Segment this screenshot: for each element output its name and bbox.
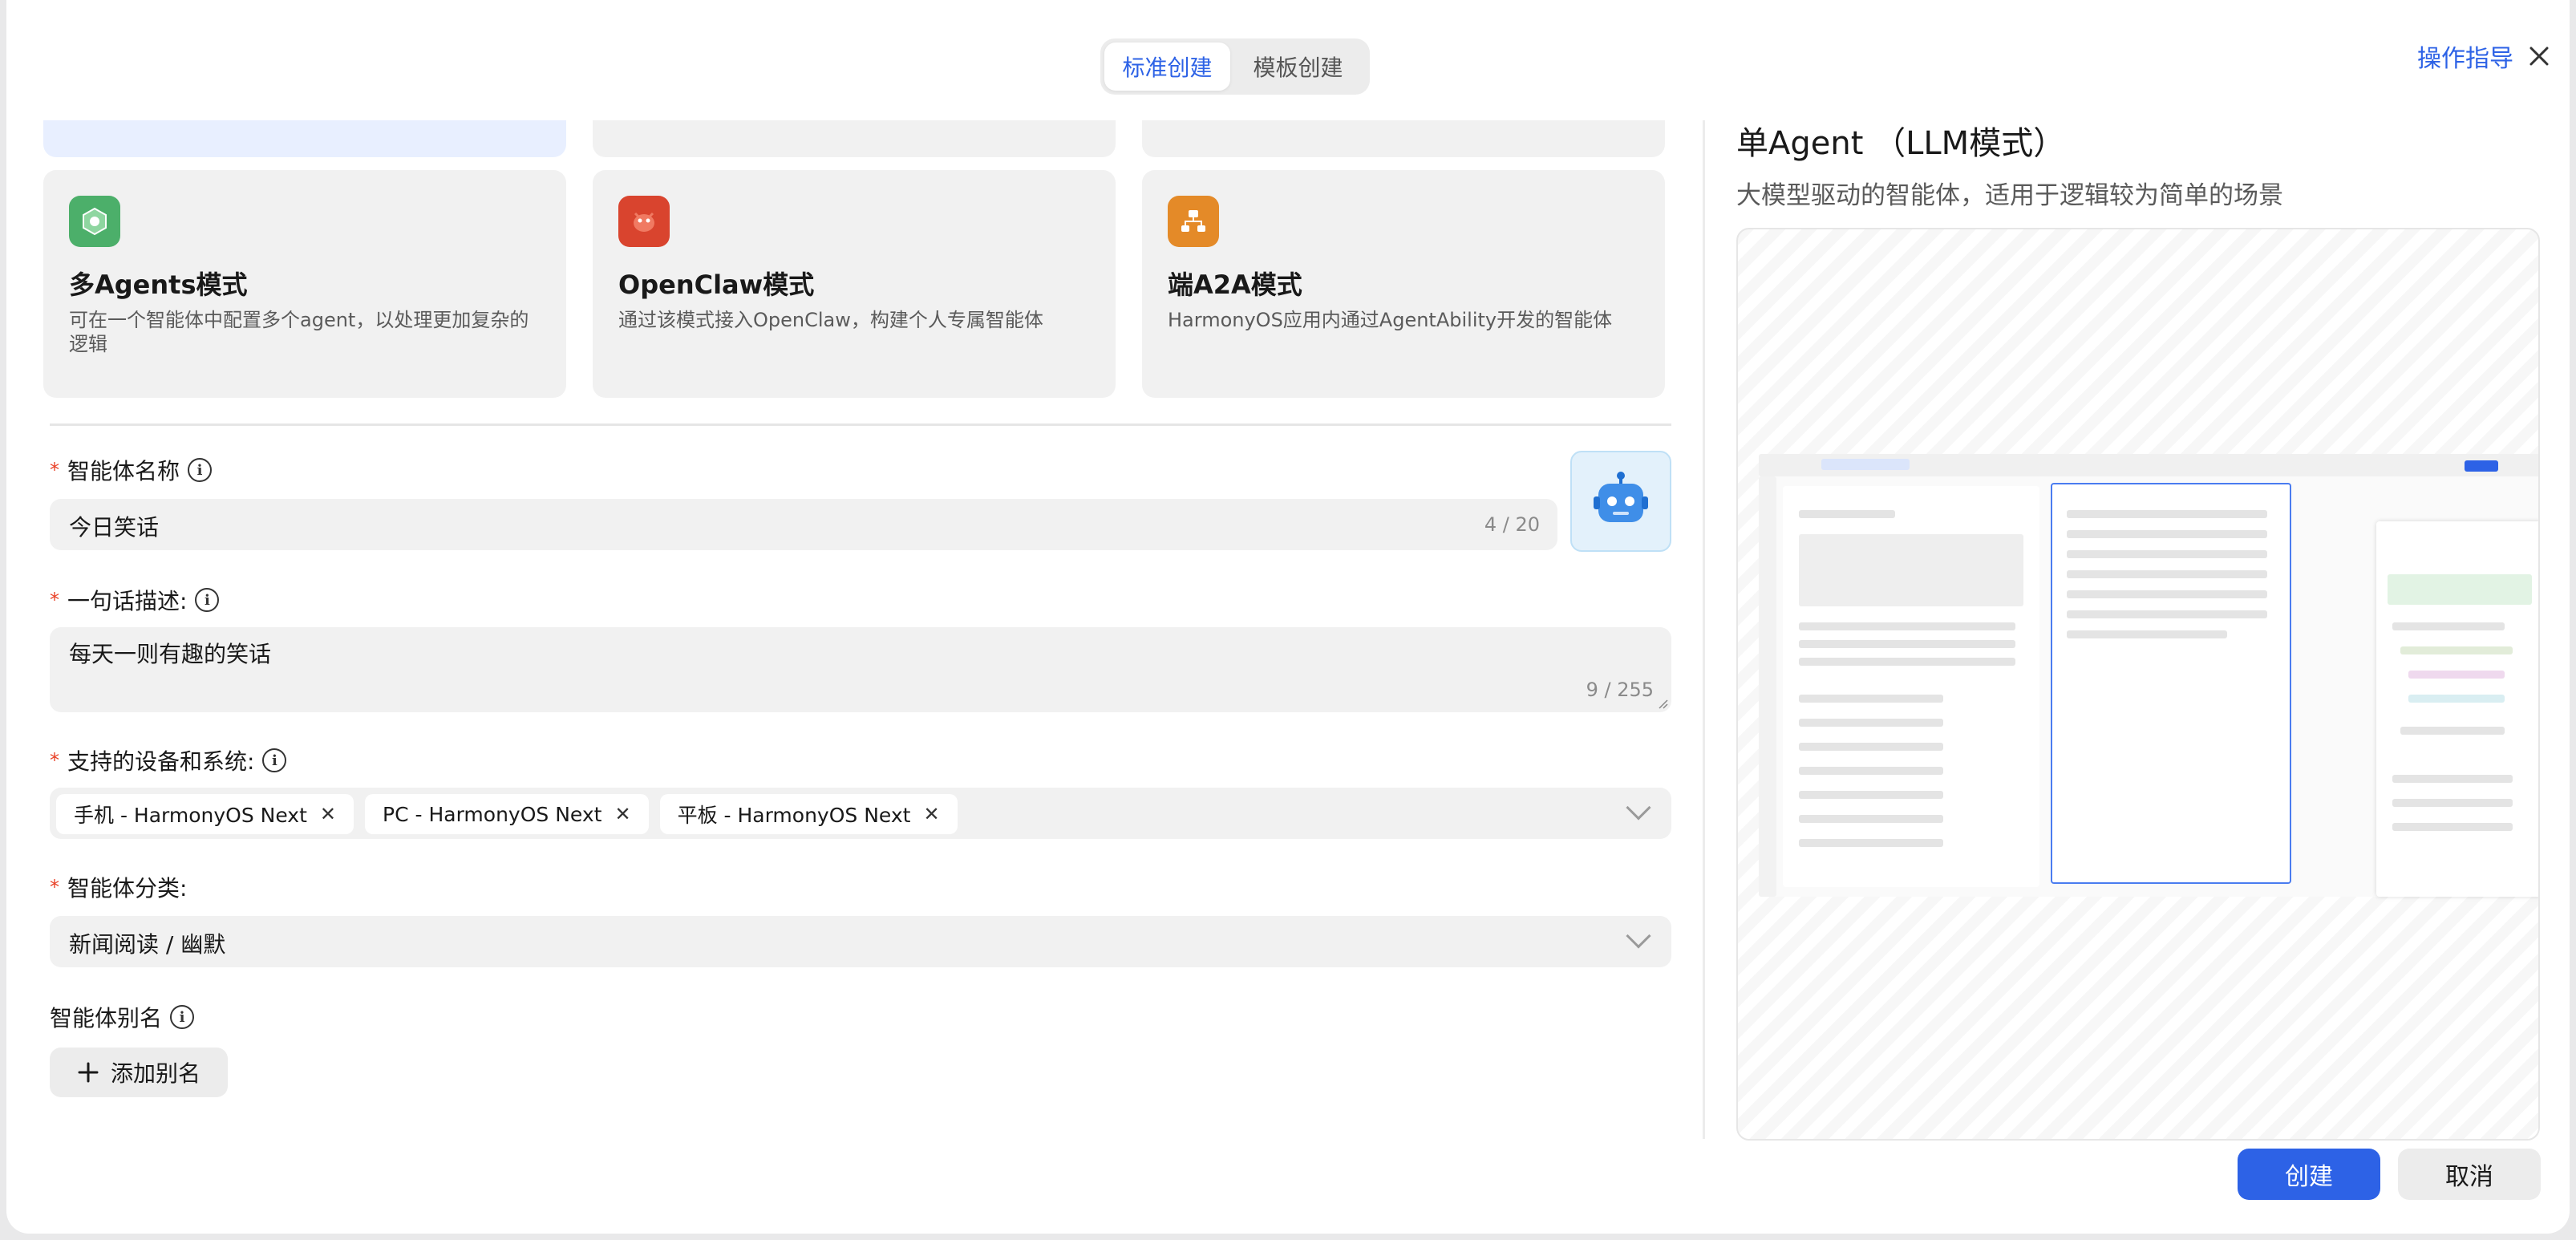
create-mode-tabs: 标准创建 模板创建 <box>1100 38 1370 95</box>
remove-tag-icon[interactable]: ✕ <box>320 803 336 825</box>
devices-label: 支持的设备和系统: <box>67 748 255 775</box>
device-tag-label: PC - HarmonyOS Next <box>383 802 602 826</box>
create-button[interactable]: 创建 <box>2238 1149 2380 1200</box>
name-label-row: * 智能体名称 i <box>50 454 213 486</box>
chevron-down-icon <box>1626 923 1651 949</box>
category-label-row: * 智能体分类: <box>50 871 187 903</box>
close-icon[interactable] <box>2526 43 2552 69</box>
create-agent-dialog: 标准创建 模板创建 操作指导 多Agents模式 可在一个智能体中配置多个age… <box>6 0 2570 1234</box>
mode-title: OpenClaw模式 <box>618 269 815 300</box>
agent-avatar[interactable] <box>1570 451 1671 552</box>
mode-card-selected-top[interactable] <box>43 120 566 157</box>
required-mark: * <box>50 459 59 481</box>
add-alias-label: 添加别名 <box>110 1060 200 1087</box>
name-char-count: 4 / 20 <box>1484 513 1540 536</box>
remove-tag-icon[interactable]: ✕ <box>923 803 939 825</box>
remove-tag-icon[interactable]: ✕ <box>614 803 630 825</box>
required-mark: * <box>50 749 59 772</box>
chevron-down-icon <box>1626 795 1651 821</box>
device-tag-label: 手机 - HarmonyOS Next <box>74 804 307 827</box>
name-label: 智能体名称 <box>67 458 180 484</box>
cancel-button[interactable]: 取消 <box>2398 1149 2541 1200</box>
devices-label-row: * 支持的设备和系统: i <box>50 744 287 776</box>
category-label: 智能体分类: <box>67 875 188 902</box>
alias-label: 智能体别名 <box>50 1005 163 1031</box>
plus-icon <box>78 1062 99 1083</box>
name-input[interactable]: 今日笑话 4 / 20 <box>50 499 1557 550</box>
device-tag-label: 平板 - HarmonyOS Next <box>677 804 911 827</box>
desc-label: 一句话描述: <box>67 588 188 614</box>
name-value: 今日笑话 <box>69 514 160 541</box>
mode-desc: HarmonyOS应用内通过AgentAbility开发的智能体 <box>1168 309 1613 331</box>
add-alias-button[interactable]: 添加别名 <box>50 1048 228 1097</box>
device-tag: 平板 - HarmonyOS Next ✕ <box>659 794 958 834</box>
info-icon[interactable]: i <box>188 458 213 482</box>
required-mark: * <box>50 589 59 611</box>
category-select[interactable]: 新闻阅读 / 幽默 <box>50 916 1671 967</box>
mode-desc: 通过该模式接入OpenClaw，构建个人专属智能体 <box>618 309 1043 331</box>
mode-title: 端A2A模式 <box>1168 269 1302 300</box>
device-tags: 手机 - HarmonyOS Next ✕ PC - HarmonyOS Nex… <box>56 794 958 834</box>
resize-handle-icon[interactable] <box>1657 698 1668 709</box>
mode-card-openclaw[interactable]: OpenClaw模式 通过该模式接入OpenClaw，构建个人专属智能体 <box>593 170 1116 398</box>
panel-divider <box>1703 120 1705 1139</box>
preview-screenshot <box>1759 454 2538 897</box>
required-mark: * <box>50 876 59 898</box>
info-icon[interactable]: i <box>170 1005 195 1029</box>
device-tag: 手机 - HarmonyOS Next ✕ <box>56 794 354 834</box>
info-icon[interactable]: i <box>195 588 220 612</box>
device-tag: PC - HarmonyOS Next ✕ <box>365 794 649 834</box>
desc-textarea[interactable]: 每天一则有趣的笑话 9 / 255 <box>50 627 1671 712</box>
a2a-icon <box>1168 196 1219 247</box>
mode-title: 多Agents模式 <box>69 269 248 300</box>
mode-card-top[interactable] <box>593 120 1116 157</box>
alias-label-row: 智能体别名 i <box>50 1001 195 1033</box>
desc-char-count: 9 / 255 <box>1586 679 1654 701</box>
tab-standard-create[interactable]: 标准创建 <box>1104 43 1230 91</box>
preview-image <box>1736 228 2540 1141</box>
mode-card-multi-agents[interactable]: 多Agents模式 可在一个智能体中配置多个agent，以处理更加复杂的逻辑 <box>43 170 566 398</box>
mode-desc: 可在一个智能体中配置多个agent，以处理更加复杂的逻辑 <box>69 309 529 355</box>
desc-label-row: * 一句话描述: i <box>50 584 220 616</box>
info-icon[interactable]: i <box>262 748 287 772</box>
section-divider <box>50 423 1671 426</box>
preview-desc: 大模型驱动的智能体，适用于逻辑较为简单的场景 <box>1736 181 2283 210</box>
mode-card-a2a[interactable]: 端A2A模式 HarmonyOS应用内通过AgentAbility开发的智能体 <box>1142 170 1665 398</box>
robot-icon <box>1594 472 1648 522</box>
preview-title: 单Agent （LLM模式） <box>1736 125 2066 162</box>
guide-link[interactable]: 操作指导 <box>2417 38 2513 74</box>
tab-template-create[interactable]: 模板创建 <box>1235 43 1361 91</box>
openclaw-icon <box>618 196 670 247</box>
desc-value: 每天一则有趣的笑话 <box>69 641 272 667</box>
multi-agent-icon <box>69 196 120 247</box>
mode-card-top[interactable] <box>1142 120 1665 157</box>
category-value: 新闻阅读 / 幽默 <box>69 931 226 958</box>
